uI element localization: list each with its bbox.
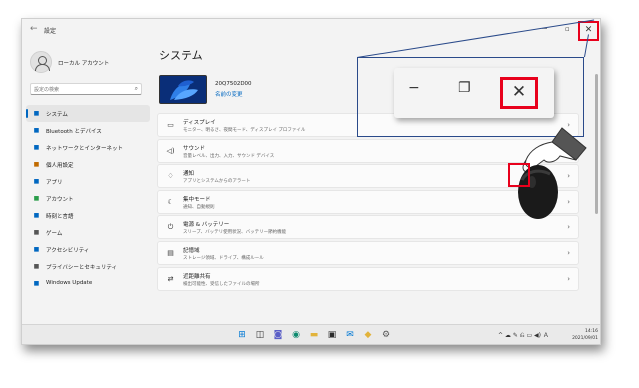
clock[interactable]: 14:16 2021/09/01 (562, 328, 598, 342)
sidebar-item-6[interactable]: ■ 時刻と言語 (26, 207, 150, 224)
moon-icon: ☾ (167, 197, 174, 206)
speaker-icon: ◁) (166, 146, 175, 155)
bluetooth-icon: ■ (33, 127, 40, 134)
clock-date: 2021/09/01 (572, 336, 598, 341)
sidebar-item-3[interactable]: ■ 個人用設定 (26, 156, 150, 173)
start-icon[interactable]: ⊞ (235, 328, 249, 342)
mail-icon[interactable]: ✉ (343, 328, 357, 342)
rename-link[interactable]: 名前の変更 (215, 90, 243, 98)
sidebar-item-label: ネットワークとインターネット (46, 146, 124, 152)
card-title: 集中モード (183, 196, 211, 203)
minimize-button[interactable]: − (541, 24, 548, 34)
search-icon[interactable]: ⌕ (135, 85, 138, 93)
user-name: ローカル アカウント (58, 61, 110, 67)
device-wallpaper-thumbnail (159, 75, 207, 104)
card-title: ディスプレイ (183, 120, 216, 126)
sidebar-item-label: ゲーム (46, 231, 63, 237)
card-subtitle: 通知、自動規則 (183, 204, 215, 210)
office-icon[interactable]: ◆ (361, 328, 375, 342)
chevron-right-icon: › (567, 274, 570, 283)
sidebar-item-4[interactable]: ■ アプリ (26, 173, 150, 190)
card-title: 通知 (183, 171, 195, 178)
taskbar: ⊞ ◫ ◙ ◉ ▬ ▣ ✉ ◆ ⚙ ^ ☁ ✎ ⎌ ▭ ◀) Ａ 14:16 2021/09/0… (22, 324, 600, 344)
zoomed-close-icon: ✕ (500, 77, 538, 109)
screenshot-stage: ← 設定 − ▫ ✕ ローカル アカウント ⌕ ■ システム ■ Bluetooth … (0, 0, 639, 388)
sidebar-item-7[interactable]: ■ ゲーム (26, 224, 150, 241)
card-subtitle: ストレージ領域、ドライブ、構成ルール (183, 255, 264, 261)
chat-icon[interactable]: ◙ (271, 328, 285, 342)
card-title: サウンド (183, 145, 206, 152)
search-box[interactable]: ⌕ (30, 83, 142, 95)
search-input[interactable] (34, 85, 129, 94)
scrollbar[interactable] (595, 74, 598, 214)
sidebar-item-label: Windows Update (46, 280, 93, 286)
power-icon: ⏻ (167, 223, 174, 232)
maximize-button[interactable]: ▫ (565, 24, 570, 34)
card-title: 記憶域 (183, 247, 200, 254)
settings-card-6[interactable]: ⇄ 近距離共有 検出可能性、受信したファイルの場所 › (157, 266, 579, 291)
device-name: 20Q7502D00 (215, 81, 252, 87)
avatar (30, 51, 52, 73)
sidebar-item-10[interactable]: ■ Windows Update (26, 275, 150, 292)
settings-card-5[interactable]: ▤ 記憶域 ストレージ領域、ドライブ、構成ルール › (157, 240, 579, 265)
sidebar-item-8[interactable]: ■ アクセシビリティ (26, 241, 150, 258)
sidebar-item-label: システム (46, 112, 68, 118)
apps-icon: ■ (33, 178, 40, 185)
accessibility-icon: ■ (33, 246, 40, 253)
display-icon: ■ (33, 110, 40, 117)
mouse-button-highlight (508, 163, 530, 187)
sidebar-item-label: プライバシーとセキュリティ (46, 265, 118, 271)
settings-icon[interactable]: ⚙ (379, 328, 393, 342)
wallpaper-bloom-icon (160, 76, 206, 103)
share-icon: ⇄ (167, 274, 174, 283)
sidebar-item-5[interactable]: ■ アカウント (26, 190, 150, 207)
globe-clock-icon: ■ (33, 212, 40, 219)
sidebar-item-label: Bluetooth とデバイス (46, 129, 102, 135)
sidebar-item-label: アプリ (46, 180, 63, 186)
clock-time: 14:16 (585, 329, 598, 334)
sidebar-item-label: アクセシビリティ (46, 248, 90, 254)
card-subtitle: アプリとシステムからのアラート (183, 179, 251, 185)
close-button[interactable]: ✕ (578, 21, 599, 41)
sidebar-item-label: アカウント (46, 197, 74, 203)
shield-icon: ■ (33, 263, 40, 270)
sidebar-item-2[interactable]: ■ ネットワークとインターネット (26, 139, 150, 156)
back-arrow-icon[interactable]: ← (30, 24, 38, 34)
card-title: 電源 & バッテリー (183, 222, 230, 229)
sidebar-item-label: 個人用設定 (46, 163, 74, 169)
network-icon: ■ (33, 144, 40, 151)
monitor-icon: ▭ (167, 121, 174, 129)
brush-icon: ■ (33, 161, 40, 168)
user-account[interactable]: ローカル アカウント (30, 51, 150, 75)
sidebar-item-label: 時刻と言語 (46, 214, 74, 220)
person-icon: ■ (33, 195, 40, 202)
chevron-right-icon: › (567, 248, 570, 257)
zoomed-caption-buttons: − ❐ ✕ (394, 68, 554, 118)
card-subtitle: 音量レベル、出力、入力、サウンド デバイス (183, 153, 275, 159)
system-tray[interactable]: ^ ☁ ✎ ⎌ ▭ ◀) Ａ (498, 330, 549, 340)
page-title: システム (159, 49, 203, 62)
edge-icon[interactable]: ◉ (289, 328, 303, 342)
window-title: 設定 (44, 28, 57, 35)
card-title: 近距離共有 (183, 273, 211, 280)
sidebar: ローカル アカウント ⌕ ■ システム ■ Bluetooth とデバイス ■ ネットワー… (22, 45, 152, 315)
sidebar-item-1[interactable]: ■ Bluetooth とデバイス (26, 122, 150, 139)
explorer-icon[interactable]: ▬ (307, 328, 321, 342)
sidebar-item-9[interactable]: ■ プライバシーとセキュリティ (26, 258, 150, 275)
update-icon: ■ (33, 280, 40, 287)
task-view-icon[interactable]: ◫ (253, 328, 267, 342)
bell-icon: ♢ (167, 172, 174, 181)
zoomed-minimize-icon: − (408, 80, 420, 96)
gamepad-icon: ■ (33, 229, 40, 236)
card-subtitle: 検出可能性、受信したファイルの場所 (183, 281, 260, 287)
sidebar-item-0[interactable]: ■ システム (26, 105, 150, 122)
store-icon[interactable]: ▣ (325, 328, 339, 342)
sidebar-nav: ■ システム ■ Bluetooth とデバイス ■ ネットワークとインターネット ■ 個人用… (26, 105, 150, 292)
storage-icon: ▤ (167, 248, 174, 257)
card-subtitle: モニター、明るさ、夜間モード、ディスプレイ プロファイル (183, 128, 306, 133)
zoomed-maximize-icon: ❐ (458, 80, 471, 96)
card-subtitle: スリープ、バッテリ使用状況、バッテリー節約機能 (183, 230, 287, 236)
